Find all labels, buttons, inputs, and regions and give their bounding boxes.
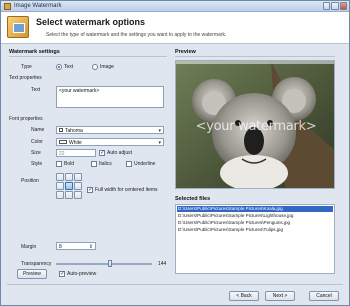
position-label: Position — [21, 178, 39, 184]
position-bottom-left-button[interactable] — [56, 191, 64, 199]
bold-label: Bold — [64, 161, 75, 167]
position-center-button[interactable] — [65, 182, 73, 190]
text-label: Text — [31, 87, 41, 93]
transparency-slider[interactable] — [56, 263, 152, 265]
font-name-select[interactable]: Tahoma ▾ — [56, 126, 164, 134]
list-item[interactable]: D:\Users\Public\Pictures\Sample Pictures… — [177, 206, 333, 212]
window-controls — [323, 2, 347, 10]
footer-divider — [7, 284, 343, 285]
type-text-radio[interactable] — [56, 64, 62, 70]
font-icon — [59, 128, 63, 132]
font-color-label: Color — [31, 139, 43, 145]
chevron-down-icon: ▾ — [158, 128, 161, 134]
minimize-button[interactable] — [323, 2, 331, 10]
margin-value: 8 — [59, 244, 62, 250]
margin-label: Margin — [21, 244, 37, 250]
position-bottom-center-button[interactable] — [65, 191, 73, 199]
maximize-button[interactable] — [331, 2, 339, 10]
bold-checkbox[interactable] — [56, 161, 62, 167]
auto-preview-checkbox[interactable] — [59, 270, 65, 277]
settings-divider — [9, 56, 167, 57]
type-image-label: Image — [100, 64, 114, 70]
list-item[interactable]: D:\Users\Public\Pictures\Sample Pictures… — [177, 213, 333, 219]
transparency-label: Transparency — [21, 261, 52, 267]
auto-preview-label: Auto-preview — [67, 271, 97, 277]
font-size-label: Size — [31, 150, 41, 156]
preview-panel: <your watermark> — [175, 60, 335, 189]
preview-section-title: Preview — [175, 49, 196, 55]
list-item[interactable]: D:\Users\Public\Pictures\Sample Pictures… — [177, 227, 333, 233]
position-top-center-button[interactable] — [65, 173, 73, 181]
transparency-value: 144 — [158, 261, 167, 267]
text-properties-label: Text properties — [9, 75, 42, 81]
settings-section-title: Watermark settings — [9, 49, 60, 55]
font-color-value: White — [69, 140, 82, 146]
font-name-label: Name — [31, 127, 45, 133]
chevron-down-icon: ▾ — [158, 140, 161, 146]
back-button[interactable]: < Back — [229, 291, 259, 301]
underline-checkbox[interactable] — [126, 161, 132, 167]
font-color-select[interactable]: White ▾ — [56, 138, 164, 146]
close-button[interactable] — [339, 2, 347, 10]
type-text-label: Text — [64, 64, 74, 70]
margin-input[interactable]: 8 ⇕ — [56, 242, 96, 250]
watermark-icon — [7, 16, 29, 38]
position-top-left-button[interactable] — [56, 173, 64, 181]
page-subtitle: Select the type of watermark and the set… — [46, 32, 227, 38]
italics-checkbox[interactable] — [91, 161, 97, 167]
window-title: Image Watermark — [14, 3, 62, 9]
position-top-right-button[interactable] — [74, 173, 82, 181]
italics-label: Italics — [99, 161, 112, 167]
font-style-label: Style — [31, 161, 43, 167]
position-grid — [56, 173, 82, 199]
auto-adjust-checkbox[interactable] — [99, 149, 105, 156]
watermark-text-input[interactable]: <your watermark> — [56, 86, 164, 108]
selected-files-list[interactable]: D:\Users\Public\Pictures\Sample Pictures… — [175, 204, 335, 274]
type-image-radio[interactable] — [92, 64, 98, 70]
cancel-button[interactable]: Cancel — [309, 291, 339, 301]
files-section-title: Selected files — [175, 196, 211, 202]
spin-arrows-icon: ⇕ — [88, 244, 93, 250]
color-swatch — [59, 140, 67, 144]
position-middle-right-button[interactable] — [74, 182, 82, 190]
next-button[interactable]: Next > — [265, 291, 295, 301]
title-bar: Image Watermark — [1, 1, 349, 12]
page-title: Select watermark options — [36, 17, 146, 27]
preview-divider — [175, 56, 335, 57]
preview-button[interactable]: Preview — [17, 269, 47, 279]
font-name-value: Tahoma — [65, 128, 83, 134]
full-width-checkbox[interactable] — [87, 186, 93, 193]
position-middle-left-button[interactable] — [56, 182, 64, 190]
wizard-header: Select watermark options Select the type… — [1, 12, 349, 44]
font-properties-label: Font properties — [9, 116, 43, 122]
font-size-input[interactable]: 22 — [56, 149, 96, 157]
image-watermark-dialog: Image Watermark Select watermark options… — [0, 0, 350, 306]
app-icon — [4, 3, 11, 10]
underline-label: Underline — [134, 161, 156, 167]
watermark-preview-text: <your watermark> — [195, 119, 317, 134]
full-width-label: Full width for centered items — [95, 187, 158, 193]
type-label: Type — [21, 64, 32, 70]
list-item[interactable]: D:\Users\Public\Pictures\Sample Pictures… — [177, 220, 333, 226]
transparency-slider-thumb[interactable] — [107, 260, 112, 267]
auto-adjust-label: Auto adjust — [107, 150, 133, 156]
position-bottom-right-button[interactable] — [74, 191, 82, 199]
